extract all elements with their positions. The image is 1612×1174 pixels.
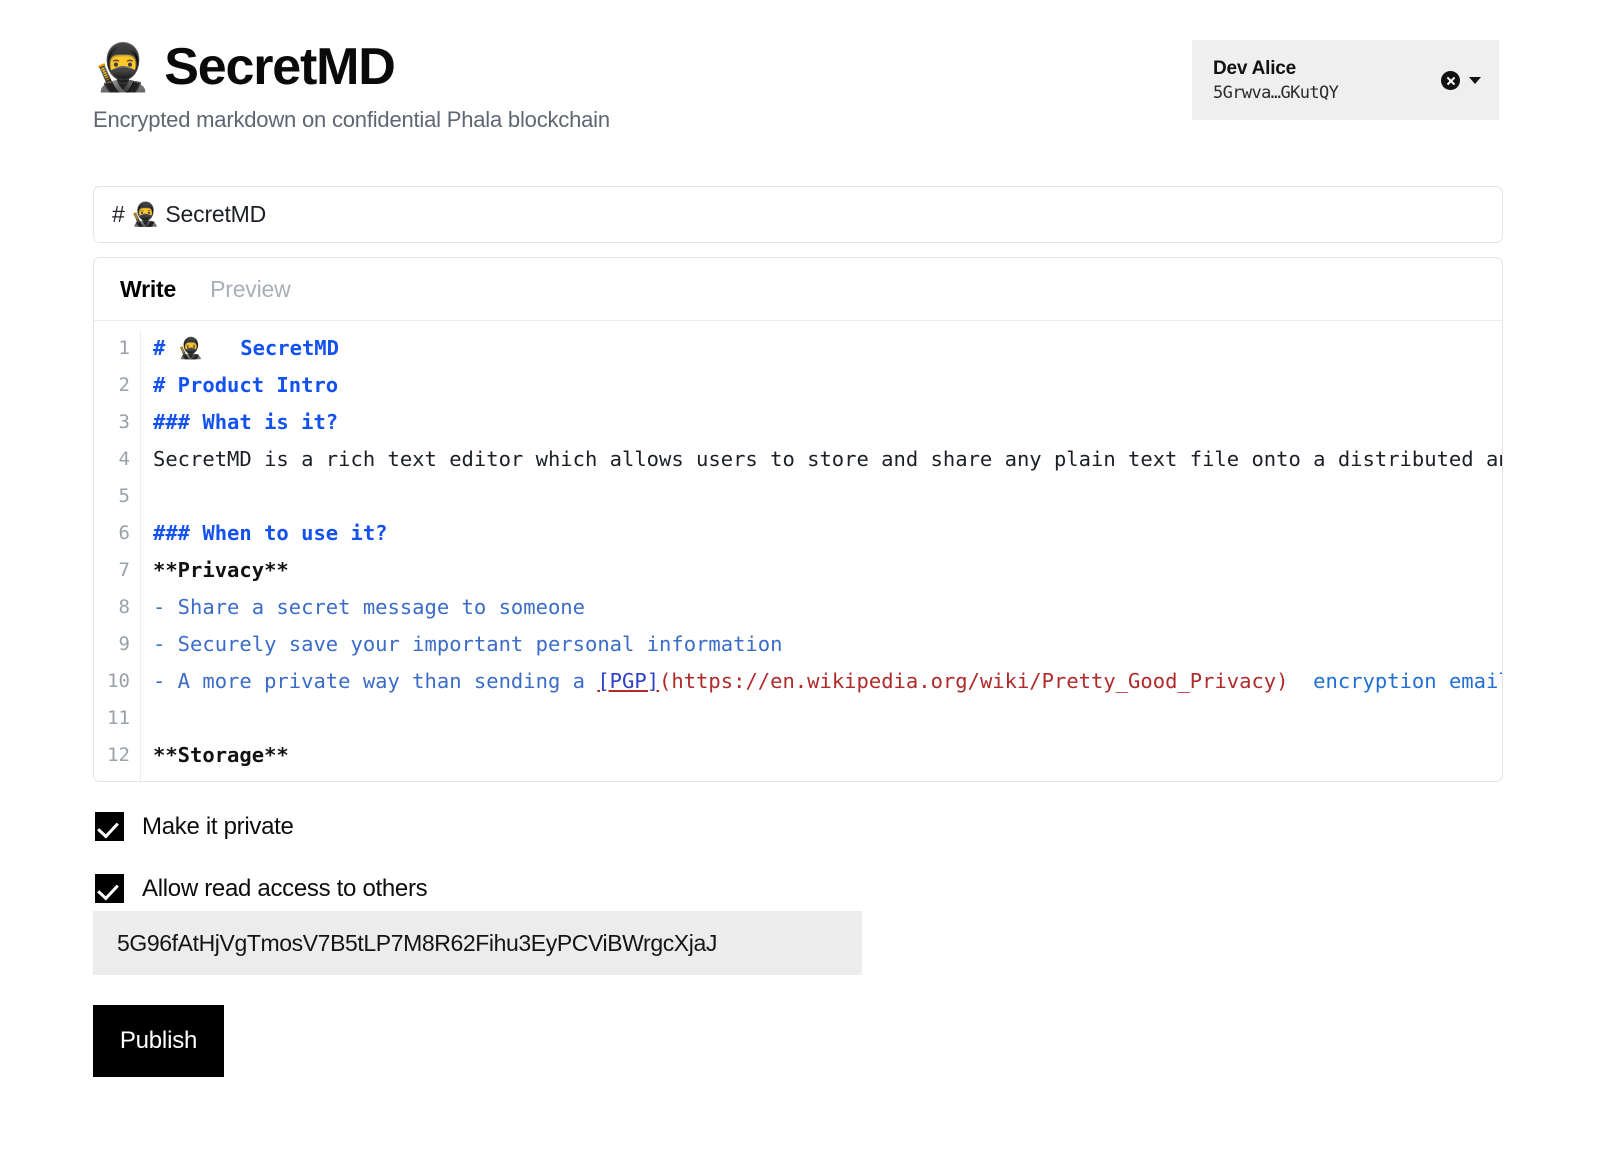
option-allow-read[interactable]: Allow read access to others bbox=[95, 874, 427, 903]
account-actions bbox=[1441, 71, 1481, 90]
line-content: SecretMD is a rich text editor which all… bbox=[141, 441, 1502, 478]
code-span: ### What is it? bbox=[153, 410, 338, 434]
document-title-input[interactable]: # 🥷 SecretMD bbox=[93, 186, 1503, 243]
line-content bbox=[141, 478, 1502, 515]
line-number: 11 bbox=[94, 700, 141, 737]
editor-textarea[interactable]: 1# 🥷 SecretMD2# Product Intro3### What i… bbox=[94, 321, 1502, 782]
code-span: SecretMD is a rich text editor which all… bbox=[153, 447, 1502, 471]
checkbox-make-private[interactable] bbox=[95, 812, 124, 841]
code-span: encryption email wi bbox=[1289, 669, 1503, 693]
editor-line: 1# 🥷 SecretMD bbox=[94, 330, 1502, 367]
editor-line: 3 ### What is it? bbox=[94, 404, 1502, 441]
code-span: - Share a secret message to someone bbox=[153, 595, 585, 619]
reader-address-input[interactable]: 5G96fAtHjVgTmosV7B5tLP7M8R62Fihu3EyPCViB… bbox=[93, 911, 862, 975]
editor-lines: 1# 🥷 SecretMD2# Product Intro3### What i… bbox=[94, 321, 1502, 782]
account-name: Dev Alice bbox=[1213, 58, 1338, 80]
close-icon[interactable] bbox=[1441, 71, 1460, 90]
account-menu[interactable]: Dev Alice 5Grwva…GKutQY bbox=[1192, 40, 1499, 120]
code-span: 🥷 bbox=[178, 336, 204, 360]
code-span: - A more private way than sending a bbox=[153, 669, 597, 693]
editor-line: 6 ### When to use it? bbox=[94, 515, 1502, 552]
reader-address-value: 5G96fAtHjVgTmosV7B5tLP7M8R62Fihu3EyPCViB… bbox=[117, 930, 717, 957]
editor-tabs: Write Preview bbox=[94, 258, 1502, 321]
line-number: 13 bbox=[94, 774, 141, 782]
tab-write[interactable]: Write bbox=[120, 276, 176, 303]
line-number: 2 bbox=[94, 367, 141, 404]
checkbox-allow-read[interactable] bbox=[95, 874, 124, 903]
editor-line: 8 - Share a secret message to someone bbox=[94, 589, 1502, 626]
code-span: **Storage** bbox=[153, 743, 289, 767]
app-root: 🥷 SecretMD Encrypted markdown on confide… bbox=[0, 0, 1612, 1174]
editor-line: 4 SecretMD is a rich text editor which al… bbox=[94, 441, 1502, 478]
code-span: **Privacy** bbox=[153, 558, 289, 582]
code-span: (https://en.wikipedia.org/wiki/Pretty_Go… bbox=[659, 669, 1288, 693]
ninja-logo-icon: 🥷 bbox=[93, 44, 150, 90]
document-title-value: # 🥷 SecretMD bbox=[112, 201, 266, 228]
account-info: Dev Alice 5Grwva…GKutQY bbox=[1213, 58, 1338, 103]
line-content: # Product Intro bbox=[141, 367, 1502, 404]
markdown-editor: Write Preview 1# 🥷 SecretMD2# Product In… bbox=[93, 257, 1503, 782]
code-span: # bbox=[153, 336, 178, 360]
editor-line: 12 **Storage** bbox=[94, 737, 1502, 774]
editor-line: 13 - Store information FOREVER on a decen… bbox=[94, 774, 1502, 782]
line-number: 12 bbox=[94, 737, 141, 774]
page-title: SecretMD bbox=[164, 40, 394, 95]
line-content: - Securely save your important personal … bbox=[141, 626, 1502, 663]
line-content: - Share a secret message to someone bbox=[141, 589, 1502, 626]
editor-line: 7 **Privacy** bbox=[94, 552, 1502, 589]
editor-line: 11 bbox=[94, 700, 1502, 737]
line-number: 1 bbox=[94, 330, 141, 367]
publish-button[interactable]: Publish bbox=[93, 1005, 224, 1077]
line-content: **Storage** bbox=[141, 737, 1502, 774]
line-number: 9 bbox=[94, 626, 141, 663]
label-make-private: Make it private bbox=[142, 813, 294, 841]
line-content: ### What is it? bbox=[141, 404, 1502, 441]
code-span: # Product Intro bbox=[153, 373, 338, 397]
line-content: - Store information FOREVER on a decentr… bbox=[141, 774, 1502, 782]
label-allow-read: Allow read access to others bbox=[142, 875, 427, 903]
code-span: ### When to use it? bbox=[153, 521, 388, 545]
line-number: 8 bbox=[94, 589, 141, 626]
editor-line: 9 - Securely save your important personal… bbox=[94, 626, 1502, 663]
code-span: SecretMD bbox=[203, 336, 339, 360]
code-span: - Store information FOREVER on a decentr… bbox=[153, 780, 844, 782]
account-address: 5Grwva…GKutQY bbox=[1213, 83, 1338, 103]
line-number: 4 bbox=[94, 441, 141, 478]
line-content: ### When to use it? bbox=[141, 515, 1502, 552]
line-content: # 🥷 SecretMD bbox=[141, 330, 1502, 367]
line-content: - A more private way than sending a [PGP… bbox=[141, 663, 1502, 700]
chevron-down-icon[interactable] bbox=[1469, 77, 1481, 84]
editor-line: 10- A more private way than sending a [P… bbox=[94, 663, 1502, 700]
code-span: [PGP] bbox=[597, 669, 659, 693]
line-number: 3 bbox=[94, 404, 141, 441]
line-content: **Privacy** bbox=[141, 552, 1502, 589]
line-number: 5 bbox=[94, 478, 141, 515]
line-content bbox=[141, 700, 1502, 737]
tab-preview[interactable]: Preview bbox=[210, 276, 290, 303]
line-number: 10 bbox=[94, 663, 141, 700]
editor-line: 2 # Product Intro bbox=[94, 367, 1502, 404]
option-make-private[interactable]: Make it private bbox=[95, 812, 294, 841]
line-number: 7 bbox=[94, 552, 141, 589]
editor-line: 5 bbox=[94, 478, 1502, 515]
code-span: - Securely save your important personal … bbox=[153, 632, 782, 656]
line-number: 6 bbox=[94, 515, 141, 552]
